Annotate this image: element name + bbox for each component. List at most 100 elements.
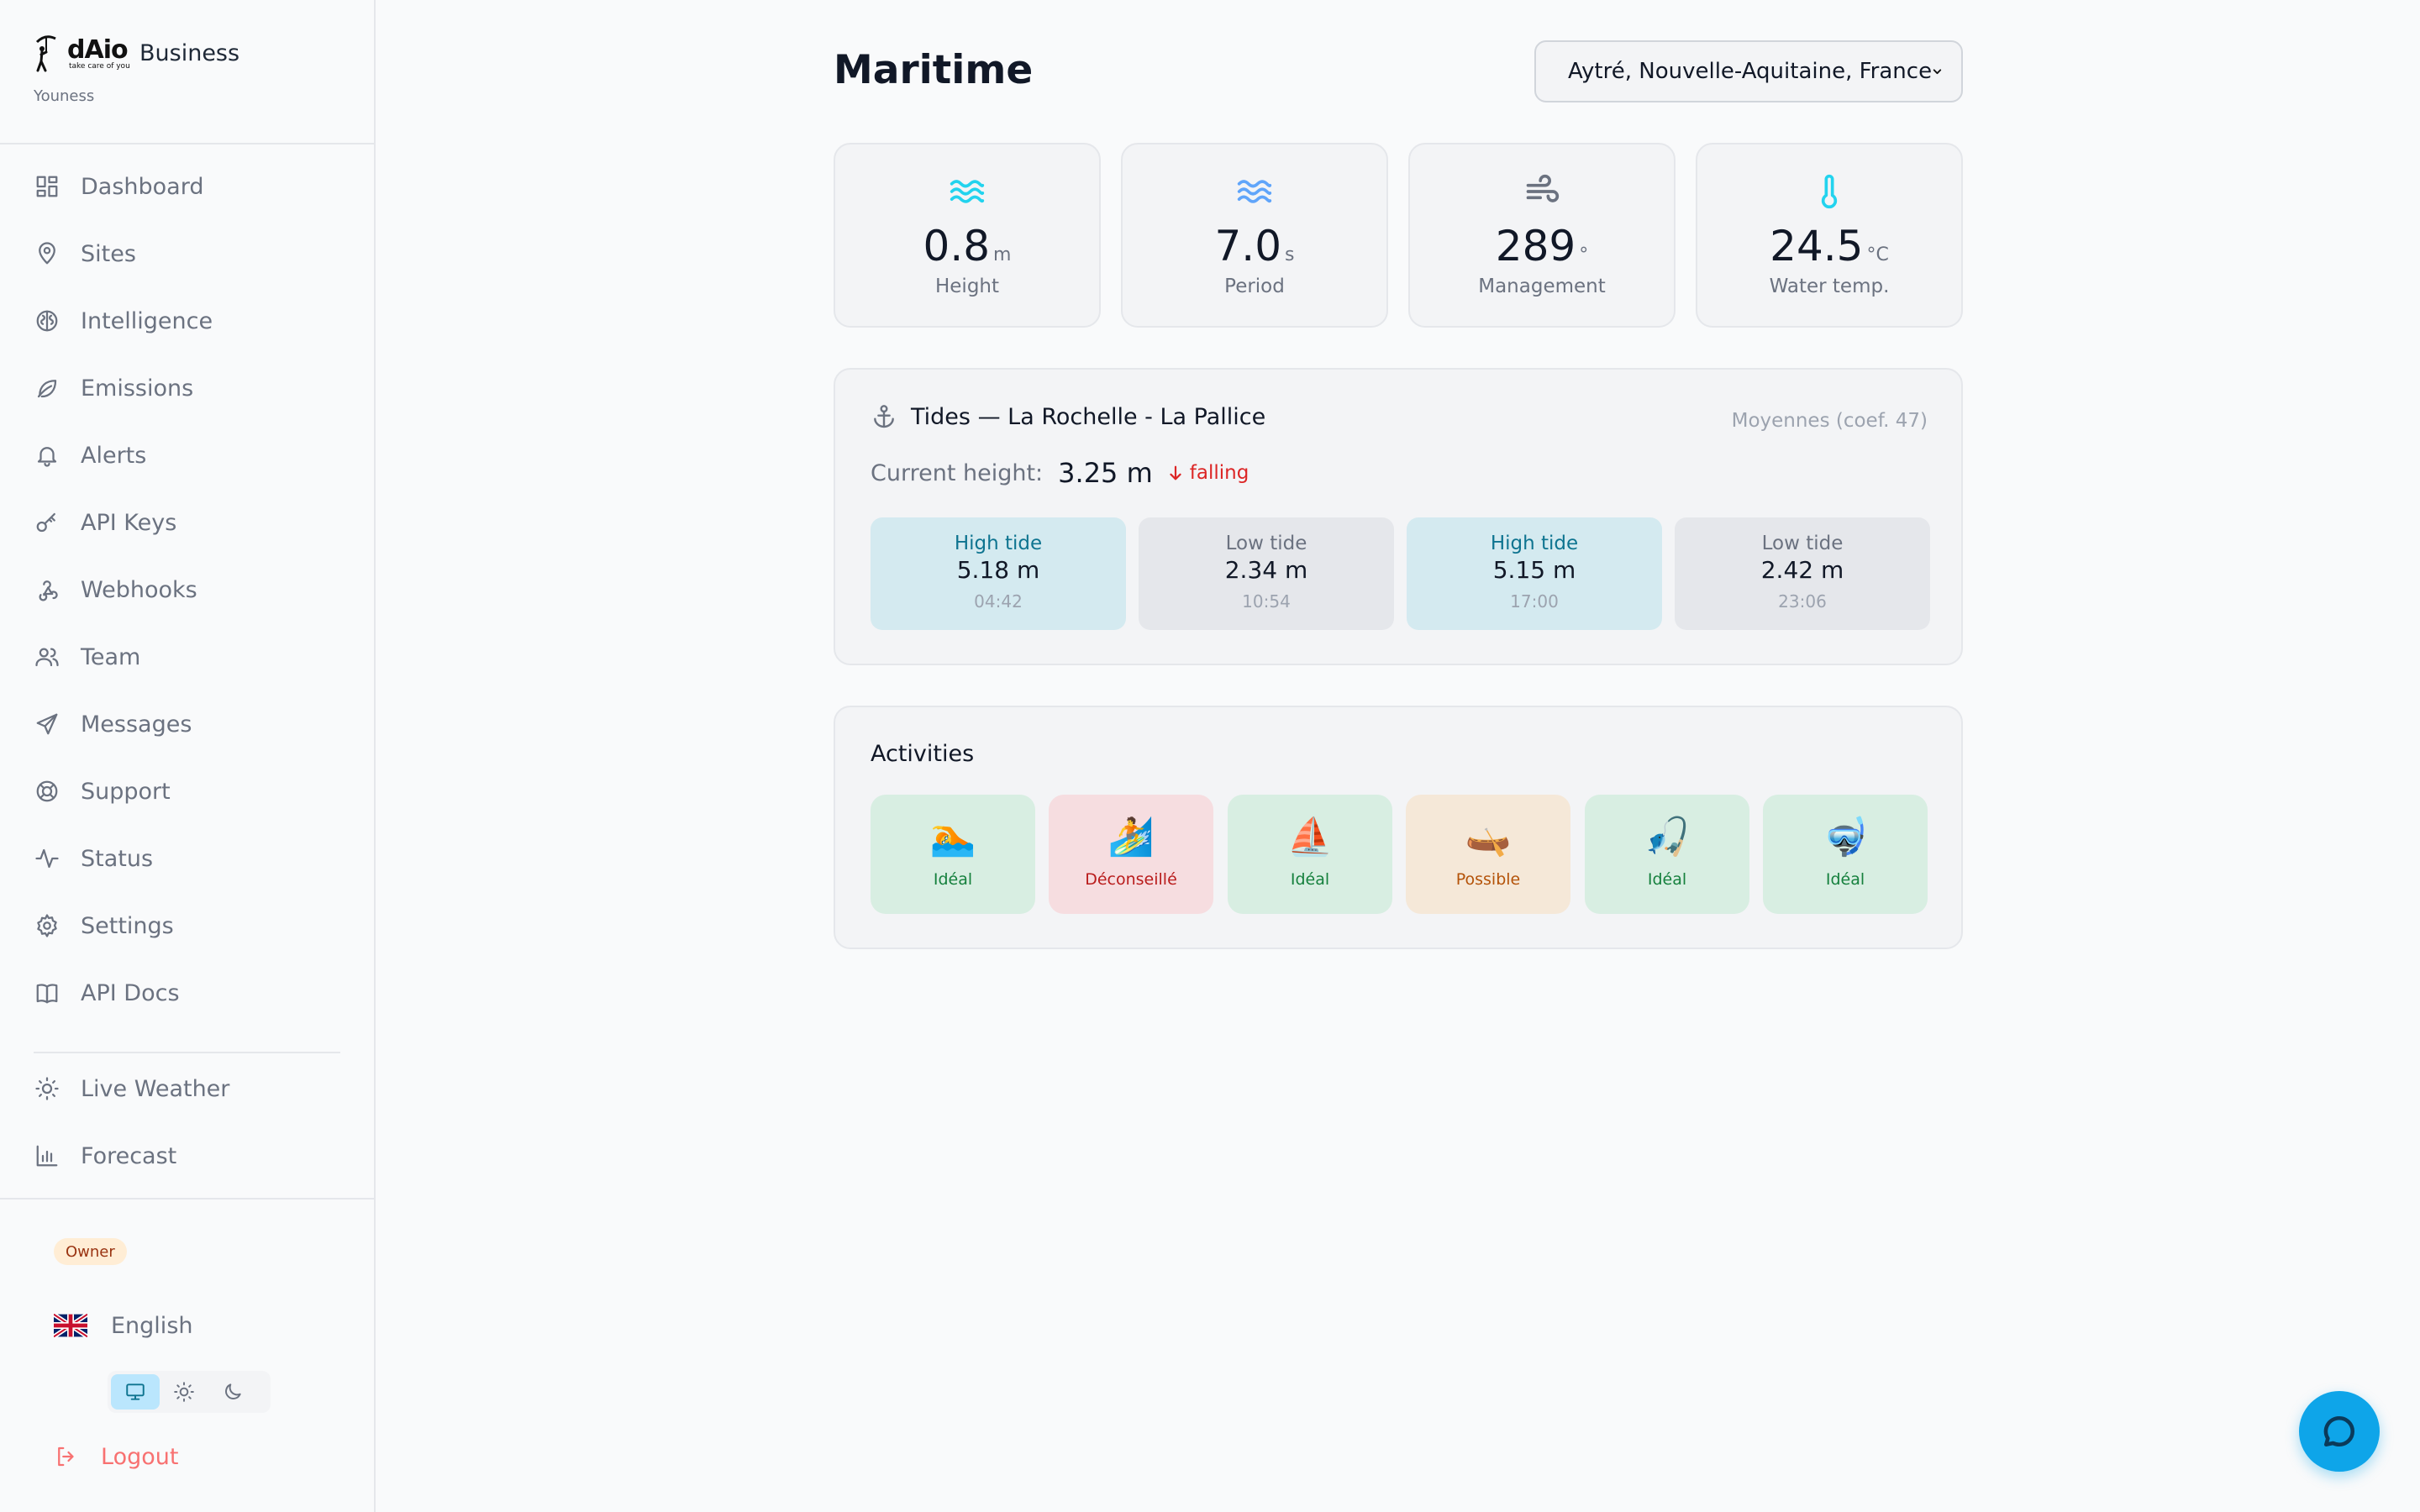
language-label: English [111,1312,193,1339]
tide-event: Low tide 2.34 m 10:54 [1139,517,1394,630]
thermometer-icon [1697,173,1961,210]
current-user-name: Youness [34,87,95,105]
sidebar-item-status[interactable]: Status [34,833,353,884]
sidebar-item-alerts[interactable]: Alerts [34,430,353,480]
activity-tile-sailing[interactable]: ⛵ Idéal [1228,795,1392,914]
arrow-down-icon [1170,465,1181,480]
sidebar-item-live-weather[interactable]: Live Weather [34,1063,353,1114]
sidebar-item-api-keys[interactable]: API Keys [34,497,353,548]
sidebar-item-dashboard[interactable]: Dashboard [34,161,353,212]
brand-product: Business [139,40,240,66]
location-select-value: Aytré, Nouvelle-Aquitaine, France [1568,59,1933,84]
uk-flag-icon [54,1314,87,1337]
sailboat-icon: ⛵ [1286,816,1334,858]
sidebar-item-label: Webhooks [81,576,197,603]
sidebar-item-label: Sites [81,240,136,267]
brand-tagline: take care of you [69,62,130,71]
send-icon [34,711,60,738]
brand-logo [34,34,64,74]
waves-icon [1123,173,1386,210]
sidebar-item-settings[interactable]: Settings [34,900,353,951]
tide-event: High tide 5.15 m 17:00 [1407,517,1662,630]
activity-status: Idéal [1290,870,1330,889]
sidebar-item-team[interactable]: Team [34,632,353,682]
sidebar-item-api-docs[interactable]: API Docs [34,968,353,1018]
tide-time: 04:42 [974,591,1023,612]
map-pin-icon [34,240,60,267]
theme-light-button[interactable] [160,1374,208,1410]
canoe-icon: 🛶 [1465,816,1512,858]
key-icon [34,509,60,536]
stat-label: Period [1224,276,1285,297]
chat-button[interactable] [2299,1391,2380,1472]
users-icon [34,643,60,670]
sidebar-item-messages[interactable]: Messages [34,699,353,749]
bar-chart-icon [34,1142,60,1169]
tides-title: Tides — La Rochelle - La Pallice [911,403,1266,430]
sun-icon [174,1382,194,1402]
stat-card-management: 289 ° Management [1408,143,1676,328]
activity-status: Idéal [933,870,973,889]
stat-value-row: 24.5 °C [1697,222,1961,270]
stat-card-water-temp: 24.5 °C Water temp. [1696,143,1963,328]
stat-label: Height [934,276,1000,297]
stat-value: 289 [1495,222,1576,270]
theme-switcher [108,1371,271,1413]
sidebar-item-support[interactable]: Support [34,766,353,816]
activity-status: Idéal [1647,870,1687,889]
moon-icon [225,1383,241,1399]
location-select[interactable]: Aytré, Nouvelle-Aquitaine, France [1534,40,1963,102]
surfing-icon: 🏄 [1107,816,1155,858]
gear-icon [34,912,60,939]
theme-dark-button[interactable] [208,1374,257,1410]
activity-icon [34,845,60,872]
language-selector[interactable]: English [54,1309,193,1342]
brand-name: dAio [67,35,129,65]
chat-bubble-icon [2323,1415,2354,1447]
stat-unit: m [993,244,1012,265]
activity-status: Déconseillé [1085,870,1177,889]
monitor-icon [126,1383,145,1400]
leaf-icon [34,375,60,402]
sidebar-item-label: Settings [81,912,174,939]
tide-type: Low tide [1761,533,1844,554]
tide-trend: falling [1189,462,1249,484]
activity-status: Idéal [1825,870,1865,889]
sidebar-item-emissions[interactable]: Emissions [34,363,353,413]
current-height-label: Current height: [871,459,1044,486]
sidebar-footer-divider [0,1198,376,1200]
swimming-icon: 🏊 [929,816,976,858]
logout-button[interactable]: Logout [54,1440,178,1473]
tide-time: 10:54 [1242,591,1291,612]
waves-icon [835,173,1099,210]
stat-unit: ° [1579,244,1589,265]
page-title: Maritime [834,47,1034,93]
brand[interactable]: dAio take care of you Business Youness [34,34,353,109]
umbrella-person-icon [35,35,56,72]
brain-icon [34,307,60,334]
tide-height: 2.34 m [1224,556,1308,584]
dashboard-icon [34,173,60,200]
sidebar-item-sites[interactable]: Sites [34,228,353,279]
sidebar-divider [0,143,376,144]
activity-tile-diving[interactable]: 🤿 Idéal [1763,795,1928,914]
tides-header: Tides — La Rochelle - La Pallice [871,403,1265,430]
sidebar-item-forecast[interactable]: Forecast [34,1131,353,1181]
activity-tile-surfing[interactable]: 🏄 Déconseillé [1049,795,1213,914]
tides-panel: Tides — La Rochelle - La Pallice Moyenne… [834,368,1963,665]
activity-tile-fishing[interactable]: 🎣 Idéal [1585,795,1749,914]
sidebar: dAio take care of you Business Youness D… [0,0,376,1512]
activities-title: Activities [871,741,975,767]
life-buoy-icon [34,778,60,805]
theme-system-button[interactable] [111,1374,160,1410]
sidebar-item-intelligence[interactable]: Intelligence [34,296,353,346]
activity-status: Possible [1455,870,1521,889]
activity-tile-swimming[interactable]: 🏊 Idéal [871,795,1035,914]
stat-card-height: 0.8 m Height [834,143,1101,328]
current-height-value: 3.25 m [1058,457,1153,489]
tide-event: Low tide 2.42 m 23:06 [1675,517,1930,630]
sidebar-item-webhooks[interactable]: Webhooks [34,564,353,615]
sidebar-item-label: Dashboard [81,173,204,200]
activity-tile-canoe[interactable]: 🛶 Possible [1406,795,1570,914]
tide-height: 2.42 m [1760,556,1844,584]
